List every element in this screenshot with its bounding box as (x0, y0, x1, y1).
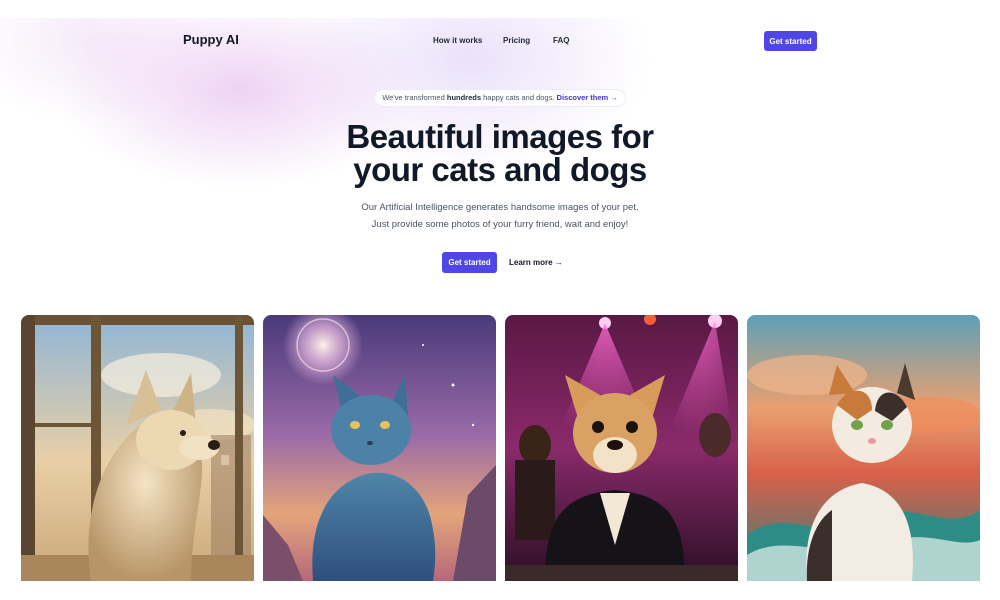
gallery-card-cat-ocean[interactable] (747, 315, 980, 581)
dog-portrait-image (505, 315, 738, 581)
hero-subtitle: Our Artificial Intelligence generates ha… (280, 199, 720, 233)
hero-subtitle-line-1: Our Artificial Intelligence generates ha… (361, 202, 639, 213)
gallery-card-dog-window[interactable] (21, 315, 254, 581)
hero-title-line-2: your cats and dogs (353, 151, 647, 188)
hero-get-started-button[interactable]: Get started (442, 252, 497, 273)
nav-get-started-button[interactable]: Get started (764, 31, 817, 51)
announcement-suffix: happy cats and dogs. (483, 93, 555, 102)
nav-link-pricing[interactable]: Pricing (503, 36, 530, 45)
hero-title: Beautiful images for your cats and dogs (250, 120, 750, 186)
announcement-highlight: hundreds (446, 93, 482, 102)
gallery-card-cat-cosmic[interactable] (263, 315, 496, 581)
cat-portrait-image (263, 315, 496, 581)
discover-link[interactable]: Discover them → (557, 93, 618, 102)
brand-logo[interactable]: Puppy AI (183, 32, 239, 47)
hero-subtitle-line-2: Just provide some photos of your furry f… (371, 219, 629, 230)
nav-link-how-it-works[interactable]: How it works (433, 36, 482, 45)
nav-link-faq[interactable]: FAQ (553, 36, 569, 45)
hero-title-line-1: Beautiful images for (346, 118, 654, 155)
dog-portrait-image (21, 315, 254, 581)
cat-portrait-image (747, 315, 980, 581)
learn-more-link[interactable]: Learn more → (509, 258, 563, 267)
top-navigation: Puppy AI How it works Pricing FAQ Get st… (0, 28, 1000, 54)
gallery-card-dog-concert[interactable] (505, 315, 738, 581)
announcement-prefix: We've transformed (382, 93, 445, 102)
announcement-pill: We've transformed hundreds happy cats an… (374, 89, 626, 107)
